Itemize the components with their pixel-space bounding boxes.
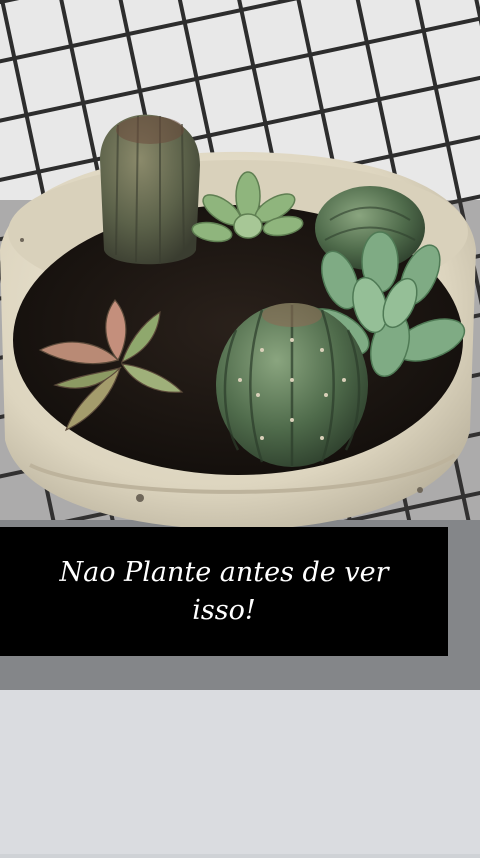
photo-scene xyxy=(0,0,480,854)
barrel-cactus xyxy=(216,303,368,467)
tall-cactus xyxy=(100,114,200,265)
photo-illustration xyxy=(0,0,480,854)
caption-text: Nao Plante antes de ver isso! xyxy=(59,556,389,626)
caption-banner: Nao Plante antes de ver isso! xyxy=(0,527,448,656)
